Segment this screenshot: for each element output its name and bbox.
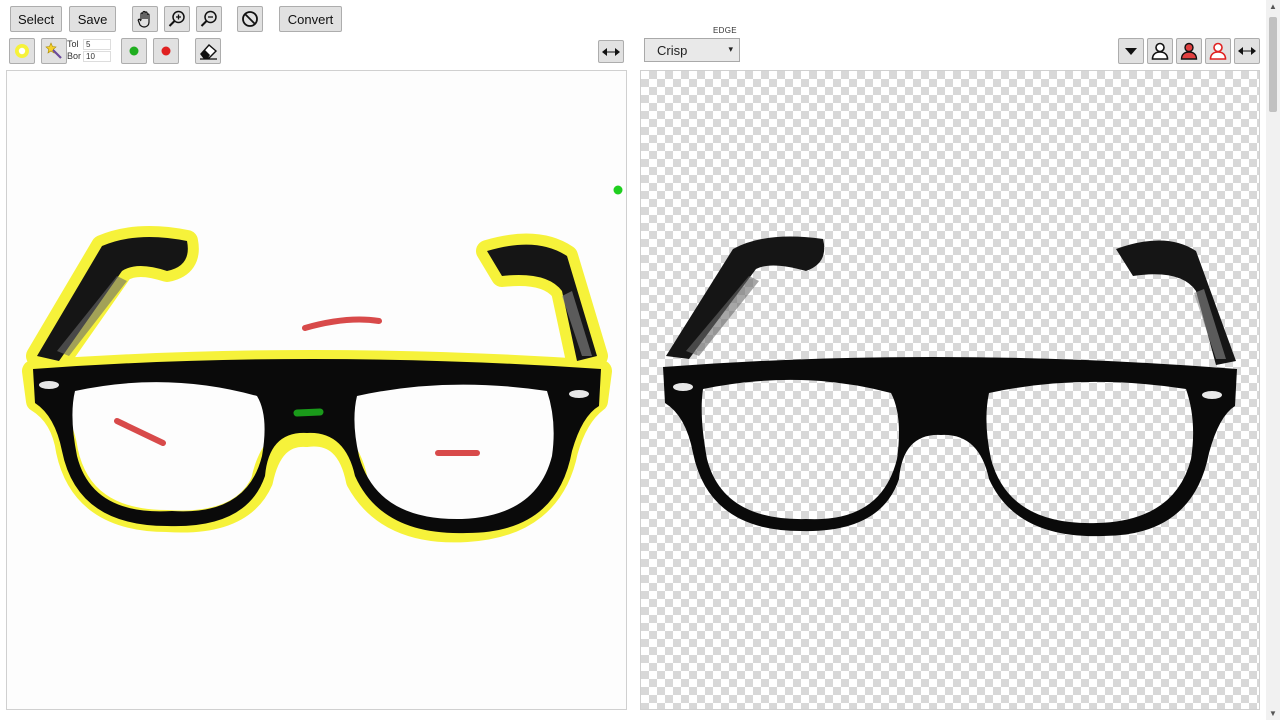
bor-label: Bor (67, 51, 82, 61)
tol-label: Tol (67, 39, 79, 49)
person-red-filled-button[interactable] (1176, 38, 1202, 64)
edge-label: EDGE (713, 26, 737, 35)
remove-stroke (302, 316, 382, 331)
edge-select[interactable]: Crisp ▾ (644, 38, 740, 62)
chevron-down-icon: ▾ (728, 44, 733, 54)
convert-button[interactable]: Convert (279, 6, 342, 32)
red-dot-icon (161, 46, 171, 56)
person-black-button[interactable] (1147, 38, 1173, 64)
swap-arrows-icon (602, 47, 620, 56)
save-button[interactable]: Save (69, 6, 116, 32)
cancel-icon (242, 11, 258, 27)
edge-select-value: Crisp (657, 42, 688, 58)
cancel-button[interactable] (237, 6, 263, 32)
person-red-filled-icon (1180, 42, 1198, 60)
bor-input[interactable]: 10 (83, 51, 111, 62)
highlight-circle-icon (15, 44, 29, 58)
magic-wand-button[interactable] (41, 38, 67, 64)
keep-dot (613, 185, 623, 195)
scroll-thumb[interactable] (1269, 17, 1277, 112)
swap-right-button[interactable] (1234, 38, 1260, 64)
scroll-down-icon[interactable]: ▼ (1268, 709, 1278, 718)
person-icon (1151, 42, 1169, 60)
swap-left-button[interactable] (598, 40, 624, 63)
glasses-edit-image[interactable] (7, 71, 628, 711)
preview-canvas (640, 70, 1260, 710)
zoom-in-button[interactable] (164, 6, 190, 32)
edit-canvas[interactable] (6, 70, 627, 710)
tolerance-border-fields: Tol 5 Bor 10 (67, 39, 113, 63)
green-dot-icon (129, 46, 139, 56)
zoom-out-icon (200, 10, 217, 27)
keep-marker-button[interactable] (121, 38, 147, 64)
dropdown-button[interactable] (1118, 38, 1144, 64)
hand-icon (137, 10, 150, 28)
remove-stroke (114, 418, 166, 446)
zoom-out-button[interactable] (196, 6, 222, 32)
glasses-preview-image (663, 236, 1237, 537)
magic-wand-icon (45, 42, 62, 59)
zoom-in-icon (168, 10, 185, 27)
select-button[interactable]: Select (10, 6, 62, 32)
tol-input[interactable]: 5 (83, 39, 111, 50)
swap-arrows-icon (1238, 47, 1256, 55)
scroll-up-icon[interactable]: ▲ (1268, 2, 1278, 11)
eraser-icon (200, 44, 218, 60)
dropdown-icon (1125, 48, 1137, 55)
page-scrollbar[interactable]: ▲ ▼ (1266, 0, 1280, 720)
person-red-outline-button[interactable] (1205, 38, 1231, 64)
keep-stroke (293, 408, 324, 417)
person-red-outline-icon (1209, 42, 1227, 60)
remove-marker-button[interactable] (153, 38, 179, 64)
eraser-button[interactable] (195, 38, 221, 64)
pan-button[interactable] (132, 6, 158, 32)
highlight-tool-button[interactable] (9, 38, 35, 64)
